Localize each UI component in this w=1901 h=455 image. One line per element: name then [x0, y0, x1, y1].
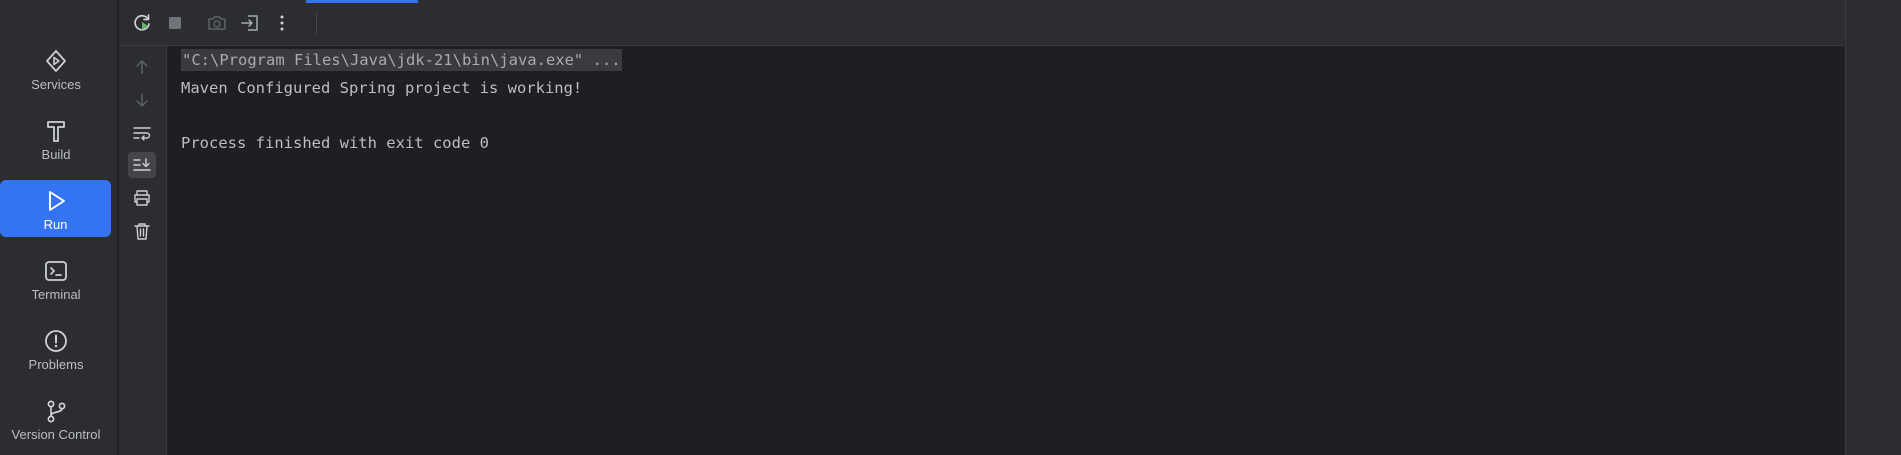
branch-icon — [47, 400, 66, 423]
print-icon — [134, 190, 150, 206]
run-toolbar — [119, 0, 1845, 46]
clear-all-button[interactable] — [128, 218, 156, 244]
arrow-up-icon — [136, 60, 148, 74]
soft-wrap-icon — [133, 127, 151, 141]
tool-window-strip: Services Build Run Terminal Problems Ver… — [0, 0, 118, 455]
trash-icon — [134, 223, 150, 240]
problems-icon — [45, 330, 67, 352]
run-icon — [48, 191, 65, 211]
console-side-toolbar — [119, 46, 167, 455]
build-tool-button[interactable]: Build — [0, 110, 112, 167]
right-tool-window-strip — [1845, 0, 1901, 455]
console-output[interactable]: "C:\Program Files\Java\jdk-21\bin\java.e… — [167, 46, 1845, 455]
exit-icon — [241, 15, 258, 31]
output-line: Maven Configured Spring project is worki… — [181, 79, 583, 97]
services-icon — [46, 50, 66, 72]
rerun-button[interactable] — [131, 12, 153, 34]
hammer-icon — [47, 121, 65, 142]
build-label: Build — [41, 147, 71, 162]
version-control-label: Version Control — [11, 427, 101, 442]
services-label: Services — [31, 77, 81, 92]
rerun-icon — [134, 14, 150, 31]
next-occurrence-button[interactable] — [128, 87, 156, 113]
scroll-to-end-icon — [133, 158, 151, 171]
print-button[interactable] — [128, 185, 156, 211]
services-tool-button[interactable]: Services — [0, 40, 112, 97]
command-line[interactable]: "C:\Program Files\Java\jdk-21\bin\java.e… — [181, 49, 622, 71]
screenshot-button[interactable] — [206, 12, 228, 34]
previous-occurrence-button[interactable] — [128, 54, 156, 80]
problems-tool-button[interactable]: Problems — [0, 320, 112, 377]
stop-icon — [169, 17, 181, 29]
version-control-tool-button[interactable]: Version Control — [0, 390, 112, 447]
scroll-to-end-button[interactable] — [128, 152, 156, 178]
terminal-label: Terminal — [31, 287, 81, 302]
toolbar-separator — [316, 12, 317, 34]
active-tab-indicator — [306, 0, 418, 3]
terminal-icon — [45, 261, 67, 281]
terminal-tool-button[interactable]: Terminal — [0, 250, 112, 307]
exit-status-line: Process finished with exit code 0 — [181, 134, 489, 152]
more-options-button[interactable] — [271, 12, 293, 34]
exit-button[interactable] — [239, 12, 261, 34]
more-vertical-icon — [280, 15, 284, 31]
run-tool-button[interactable]: Run — [0, 180, 111, 237]
camera-icon — [208, 16, 226, 30]
problems-label: Problems — [28, 357, 84, 372]
run-label: Run — [43, 217, 68, 232]
arrow-down-icon — [136, 93, 148, 107]
stop-button[interactable] — [164, 12, 186, 34]
soft-wrap-button[interactable] — [128, 120, 156, 146]
